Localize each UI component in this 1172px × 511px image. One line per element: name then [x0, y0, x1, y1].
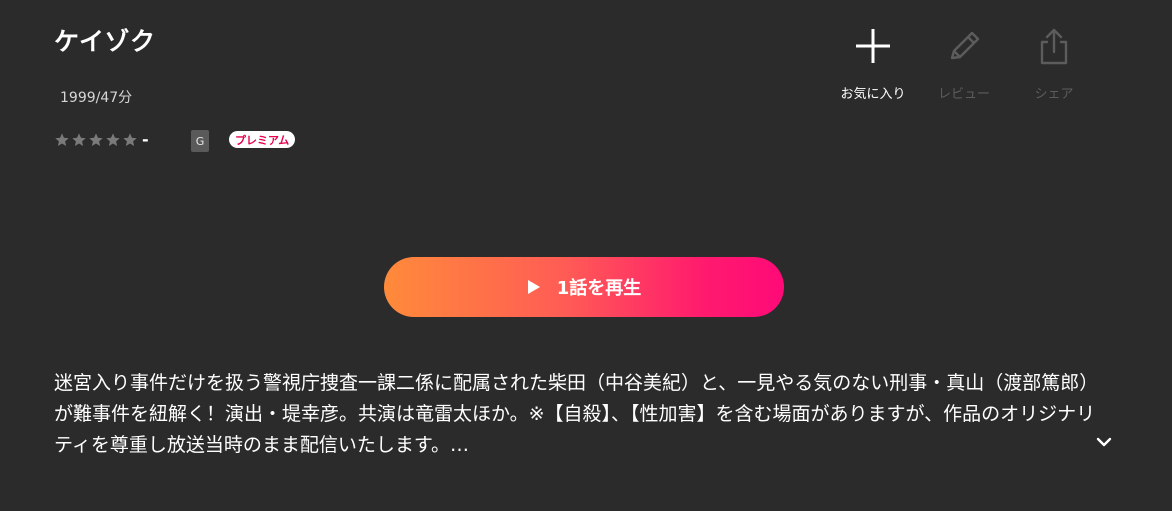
premium-badge: プレミアム: [229, 131, 296, 148]
pencil-icon: [942, 24, 986, 68]
chevron-down-icon[interactable]: [1094, 432, 1114, 452]
release-meta: 1999/47分: [60, 90, 133, 106]
title-detail-page: ケイゾク 1999/47分 - G プレミアム お気に入り レビュー シェア 1…: [0, 0, 1172, 511]
plus-icon: [851, 24, 895, 68]
favorite-label: お気に入り: [840, 87, 906, 102]
share-label: シェア: [1034, 87, 1074, 102]
share-button[interactable]: シェア: [1014, 24, 1094, 102]
star-icon: [72, 133, 86, 146]
star-icon: [55, 133, 69, 146]
play-button-label: 1話を再生: [556, 278, 642, 299]
age-rating-badge: G: [191, 130, 209, 152]
star-icon: [123, 133, 137, 146]
page-title: ケイゾク: [54, 27, 156, 56]
review-button[interactable]: レビュー: [924, 24, 1004, 102]
review-label: レビュー: [937, 87, 990, 102]
star-rating: [54, 132, 138, 148]
star-icon: [89, 133, 103, 146]
rating: -: [54, 128, 149, 152]
rating-value: -: [142, 130, 149, 149]
synopsis-text: 迷宮入り事件だけを扱う警視庁捜査一課二係に配属された柴田（中谷美紀）と、一見やる…: [54, 372, 1099, 456]
share-icon: [1032, 24, 1076, 68]
play-episode-button[interactable]: 1話を再生: [384, 257, 784, 317]
favorite-button[interactable]: お気に入り: [833, 24, 913, 102]
star-icon: [106, 133, 120, 146]
play-icon: [527, 279, 541, 295]
